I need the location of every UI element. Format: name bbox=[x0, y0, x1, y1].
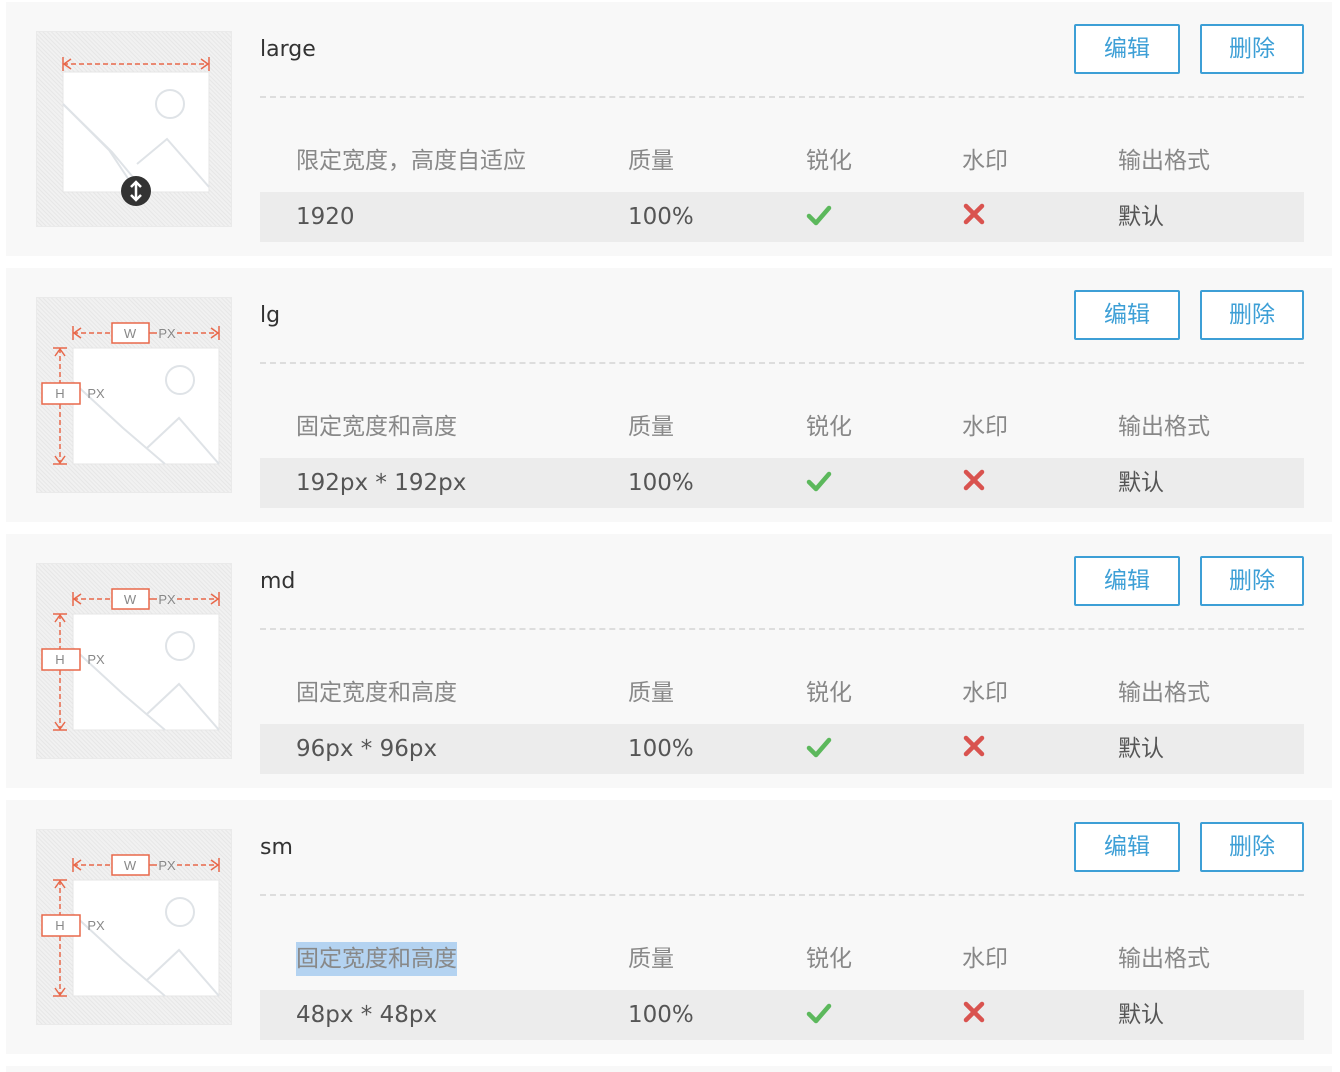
check-icon bbox=[806, 1003, 832, 1024]
delete-button[interactable]: 删除 bbox=[1200, 24, 1304, 74]
divider bbox=[260, 96, 1304, 98]
divider bbox=[260, 894, 1304, 896]
quality-value: 100% bbox=[628, 470, 694, 496]
quality-value: 100% bbox=[628, 1002, 694, 1028]
divider bbox=[260, 628, 1304, 630]
width-label: W bbox=[124, 592, 137, 607]
format-header: 输出格式 bbox=[1118, 680, 1210, 706]
sharpen-header: 锐化 bbox=[806, 680, 852, 706]
settings-row: 48px * 48px 100% 默认 bbox=[260, 990, 1304, 1040]
quality-header: 质量 bbox=[628, 148, 674, 174]
divider bbox=[260, 362, 1304, 364]
px-label: PX bbox=[87, 386, 105, 401]
preset-name: md bbox=[260, 569, 296, 594]
quality-header: 质量 bbox=[628, 680, 674, 706]
check-icon bbox=[806, 205, 832, 226]
format-header: 输出格式 bbox=[1118, 946, 1210, 972]
cross-icon bbox=[963, 735, 985, 757]
edit-button[interactable]: 编辑 bbox=[1074, 290, 1180, 340]
quality-header: 质量 bbox=[628, 946, 674, 972]
fixed-width-height-icon: W PX H PX bbox=[36, 829, 232, 1025]
next-card-edge bbox=[6, 1066, 1332, 1072]
format-header: 输出格式 bbox=[1118, 414, 1210, 440]
height-label: H bbox=[55, 918, 64, 933]
settings-row: 96px * 96px 100% 默认 bbox=[260, 724, 1304, 774]
watermark-header: 水印 bbox=[962, 414, 1008, 440]
cross-icon bbox=[963, 469, 985, 491]
fixed-width-height-icon: W PX H PX bbox=[36, 563, 232, 759]
watermark-header: 水印 bbox=[962, 680, 1008, 706]
sharpen-header: 锐化 bbox=[806, 414, 852, 440]
mode-label: 固定宽度和高度 bbox=[296, 942, 457, 976]
quality-value: 100% bbox=[628, 204, 694, 230]
mode-label: 固定宽度和高度 bbox=[296, 680, 457, 706]
preset-card: W PX H PX sm 编辑 删除 固定宽度和高度 质量 锐化 水印 输出格式… bbox=[6, 800, 1332, 1054]
preset-name: sm bbox=[260, 835, 293, 860]
px-label: PX bbox=[158, 326, 176, 341]
width-label: W bbox=[124, 326, 137, 341]
fixed-width-auto-height-icon bbox=[36, 31, 232, 227]
sharpen-header: 锐化 bbox=[806, 946, 852, 972]
mode-label: 固定宽度和高度 bbox=[296, 414, 457, 440]
px-label: PX bbox=[87, 918, 105, 933]
cross-icon bbox=[963, 1001, 985, 1023]
px-label: PX bbox=[87, 652, 105, 667]
delete-button[interactable]: 删除 bbox=[1200, 556, 1304, 606]
size-value: 48px * 48px bbox=[296, 1002, 438, 1028]
format-header: 输出格式 bbox=[1118, 148, 1210, 174]
watermark-header: 水印 bbox=[962, 946, 1008, 972]
delete-button[interactable]: 删除 bbox=[1200, 290, 1304, 340]
preset-name: lg bbox=[260, 303, 281, 328]
check-icon bbox=[806, 471, 832, 492]
edit-button[interactable]: 编辑 bbox=[1074, 822, 1180, 872]
size-value: 96px * 96px bbox=[296, 736, 438, 762]
preset-card: large 编辑 删除 限定宽度，高度自适应 质量 锐化 水印 输出格式 192… bbox=[6, 2, 1332, 256]
cross-icon bbox=[963, 203, 985, 225]
quality-header: 质量 bbox=[628, 414, 674, 440]
px-label: PX bbox=[158, 592, 176, 607]
watermark-header: 水印 bbox=[962, 148, 1008, 174]
format-value: 默认 bbox=[1118, 470, 1164, 496]
sharpen-header: 锐化 bbox=[806, 148, 852, 174]
check-icon bbox=[806, 737, 832, 758]
height-label: H bbox=[55, 386, 64, 401]
delete-button[interactable]: 删除 bbox=[1200, 822, 1304, 872]
mode-label: 限定宽度，高度自适应 bbox=[296, 148, 526, 174]
px-label: PX bbox=[158, 858, 176, 873]
quality-value: 100% bbox=[628, 736, 694, 762]
edit-button[interactable]: 编辑 bbox=[1074, 24, 1180, 74]
height-label: H bbox=[55, 652, 64, 667]
format-value: 默认 bbox=[1118, 204, 1164, 230]
fixed-width-height-icon: W PX H PX bbox=[36, 297, 232, 493]
size-value: 192px * 192px bbox=[296, 470, 467, 496]
preset-card: W PX H PX lg 编辑 删除 固定宽度和高度 质量 锐化 水印 输出格式… bbox=[6, 268, 1332, 522]
preset-name: large bbox=[260, 37, 316, 62]
size-value: 1920 bbox=[296, 204, 355, 230]
settings-row: 192px * 192px 100% 默认 bbox=[260, 458, 1304, 508]
format-value: 默认 bbox=[1118, 736, 1164, 762]
preset-card: W PX H PX md 编辑 删除 固定宽度和高度 质量 锐化 水印 输出格式… bbox=[6, 534, 1332, 788]
edit-button[interactable]: 编辑 bbox=[1074, 556, 1180, 606]
format-value: 默认 bbox=[1118, 1002, 1164, 1028]
settings-row: 1920 100% 默认 bbox=[260, 192, 1304, 242]
width-label: W bbox=[124, 858, 137, 873]
